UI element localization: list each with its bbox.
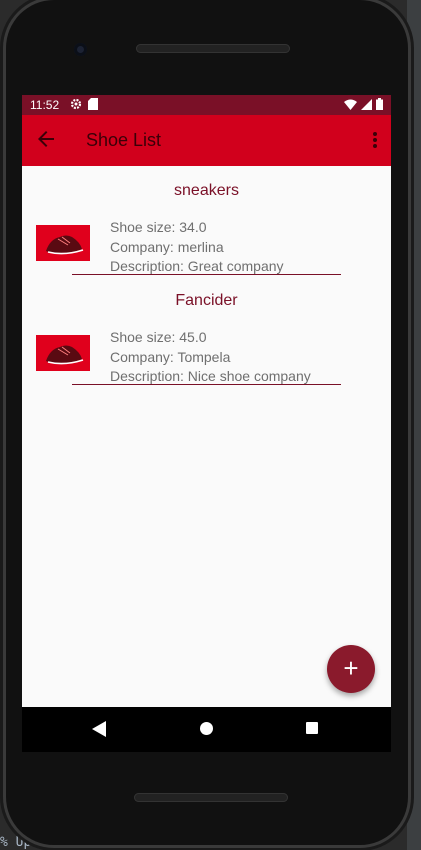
status-icons-right — [344, 98, 383, 113]
camera — [74, 43, 87, 56]
sd-card-icon — [88, 98, 98, 113]
shoe-name: sneakers — [174, 182, 239, 199]
plus-icon: + — [343, 653, 359, 683]
shoe-company: Company: merlina — [110, 238, 224, 255]
divider — [72, 274, 341, 275]
battery-icon — [376, 98, 383, 113]
app-bar: Shoe List — [22, 115, 391, 166]
page-title: Shoe List — [86, 130, 162, 150]
system-navigation-bar — [22, 707, 391, 752]
status-bar: 11:52 — [22, 95, 391, 115]
shoe-name: Fancider — [175, 292, 238, 309]
shoe-list-item[interactable]: Fancider Shoe size: 45.0 Company: Tompel… — [22, 276, 391, 386]
signal-icon — [361, 98, 372, 113]
shoe-size: Shoe size: 45.0 — [110, 329, 207, 345]
nav-recents-icon[interactable] — [306, 722, 318, 734]
ide-side-panel — [407, 0, 421, 850]
divider — [72, 384, 341, 385]
status-time: 11:52 — [30, 98, 60, 112]
nav-home-icon[interactable] — [200, 722, 213, 735]
shoe-list: sneakers Shoe size: 34.0 Company: merlin… — [22, 166, 391, 386]
nav-back-icon[interactable] — [92, 721, 106, 742]
shoe-image — [36, 225, 90, 261]
status-icons-left — [70, 98, 98, 113]
speaker-top — [136, 44, 290, 53]
shoe-company: Company: Tompela — [110, 348, 231, 365]
shoe-details: Shoe size: 34.0 Company: merlina Descrip… — [110, 218, 284, 277]
wifi-icon — [344, 99, 357, 113]
speaker-bottom — [134, 793, 288, 802]
shoe-list-item[interactable]: sneakers Shoe size: 34.0 Company: merlin… — [22, 166, 391, 276]
arrow-left-icon[interactable] — [34, 127, 58, 151]
shoe-image — [36, 335, 90, 371]
app-screen: 11:52 Shoe List sneakers Shoe size: 34.0… — [22, 95, 391, 707]
shoe-size: Shoe size: 34.0 — [110, 219, 207, 235]
add-shoe-button[interactable]: + — [327, 645, 375, 693]
shoe-details: Shoe size: 45.0 Company: Tompela Descrip… — [110, 328, 311, 387]
gear-icon — [70, 98, 82, 113]
more-vertical-icon[interactable] — [371, 128, 379, 152]
